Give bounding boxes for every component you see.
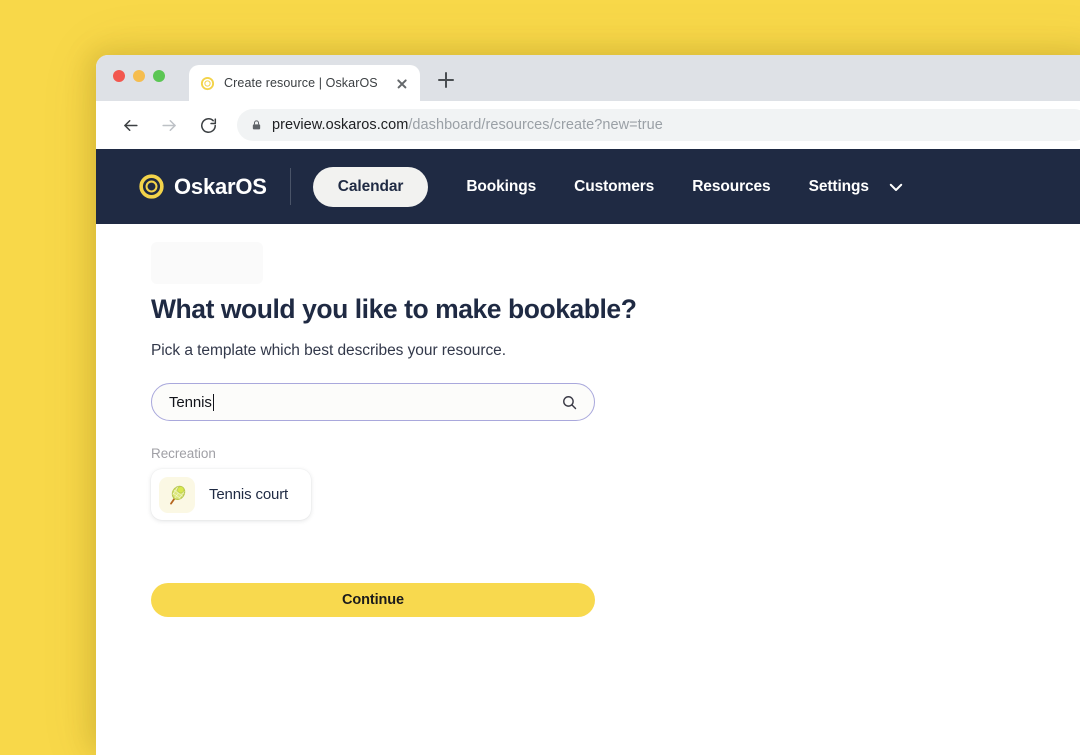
address-bar-path: /dashboard/resources/create?new=true xyxy=(408,117,663,133)
tennis-racket-icon xyxy=(170,485,186,505)
window-close-button[interactable] xyxy=(113,70,125,82)
page-title: What would you like to make bookable? xyxy=(151,294,637,324)
nav-item-calendar[interactable]: Calendar xyxy=(312,166,429,207)
address-bar-host: preview.oskaros.com xyxy=(272,117,409,133)
content-placeholder-block xyxy=(151,242,263,284)
text-cursor xyxy=(212,393,215,411)
lock-icon xyxy=(252,120,261,130)
template-category-label: Recreation xyxy=(151,446,216,461)
browser-tab-title: Create resource | OskarOS xyxy=(224,76,378,90)
page-subtitle: Pick a template which best describes you… xyxy=(151,342,506,359)
nav-item-resources[interactable]: Resources xyxy=(692,178,770,196)
window-zoom-button[interactable] xyxy=(153,70,165,82)
browser-tab[interactable]: Create resource | OskarOS xyxy=(189,65,420,101)
page-content: What would you like to make bookable? Pi… xyxy=(96,224,1080,755)
search-icon[interactable] xyxy=(561,394,578,411)
chevron-down-icon[interactable] xyxy=(885,176,907,198)
arrow-right-icon[interactable] xyxy=(154,110,184,140)
search-input[interactable]: Tennis xyxy=(169,393,561,411)
navbar-links: Calendar Bookings Customers Resources Se… xyxy=(312,166,907,207)
app-navbar: OskarOS Calendar Bookings Customers Reso… xyxy=(96,149,1080,224)
oskaros-ring-icon xyxy=(139,174,164,199)
address-bar[interactable]: preview.oskaros.com/dashboard/resources/… xyxy=(237,109,1080,141)
window-traffic-lights xyxy=(113,70,165,82)
browser-toolbar: preview.oskaros.com/dashboard/resources/… xyxy=(96,101,1080,149)
address-bar-url: preview.oskaros.com/dashboard/resources/… xyxy=(272,117,663,133)
nav-item-bookings[interactable]: Bookings xyxy=(466,178,536,196)
close-icon[interactable] xyxy=(394,75,410,91)
template-icon-container xyxy=(159,476,195,513)
window-minimize-button[interactable] xyxy=(133,70,145,82)
template-search-field[interactable]: Tennis xyxy=(151,383,595,421)
reload-icon[interactable] xyxy=(193,110,223,140)
plus-icon[interactable] xyxy=(433,67,459,93)
nav-item-settings[interactable]: Settings xyxy=(809,178,869,196)
brand-name: OskarOS xyxy=(174,173,267,199)
template-card-label: Tennis court xyxy=(209,486,289,503)
browser-window: Create resource | OskarOS preview.oskaro… xyxy=(96,55,1080,755)
continue-button[interactable]: Continue xyxy=(151,583,595,617)
oskaros-ring-icon xyxy=(200,76,215,90)
nav-item-customers[interactable]: Customers xyxy=(574,178,654,196)
brand-logo[interactable]: OskarOS xyxy=(138,173,267,200)
search-input-value: Tennis xyxy=(169,393,212,411)
navbar-divider xyxy=(289,168,291,205)
browser-tab-strip: Create resource | OskarOS xyxy=(96,55,1080,101)
arrow-left-icon[interactable] xyxy=(115,110,145,140)
template-card-tennis-court[interactable]: Tennis court xyxy=(151,469,312,520)
